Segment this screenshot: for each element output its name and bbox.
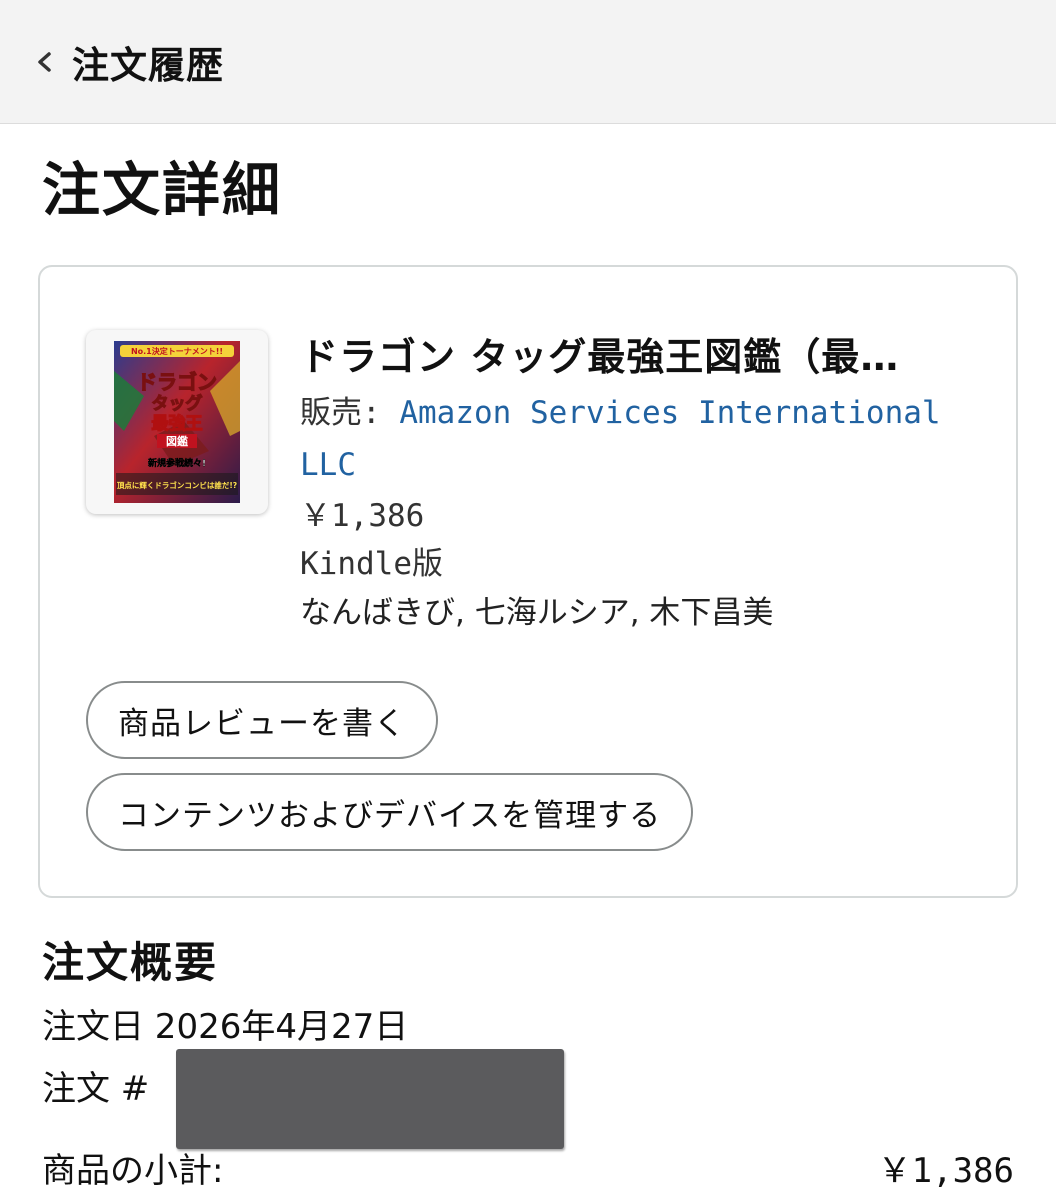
seller-label: 販売: [300, 395, 400, 431]
cover-title-line4: 図鑑 [166, 434, 188, 448]
product-title-link[interactable]: ドラゴン タッグ最強王図鑑（最… [300, 329, 940, 385]
item-format: Kindle版 [300, 546, 443, 582]
cover-bottom-line1: 新規参戦続々! [148, 457, 206, 469]
cover-top-text: No.1決定トーナメント!! [131, 346, 223, 356]
seller-line: 販売: Amazon Services International LLC [300, 387, 950, 491]
write-review-button[interactable]: 商品レビューを書く [86, 681, 438, 759]
cover-title-line2: タッグ [152, 393, 203, 414]
order-summary-heading: 注文概要 [42, 938, 219, 987]
cover-title-line3: 最強王 [152, 413, 203, 434]
cover-bottom-line2: 頂点に輝くドラゴンコンビは誰だ!? [117, 480, 237, 490]
subtotal-label: 商品の小計: [42, 1151, 224, 1191]
back-link-label: 注文履歴 [72, 44, 224, 87]
page-title: 注文詳細 [42, 156, 283, 224]
product-thumbnail[interactable]: No.1決定トーナメント!! ドラゴン タッグ 最強王 図鑑 新規参戦続々! 頂… [86, 330, 268, 514]
subtotal-value: ￥1,386 [877, 1151, 1014, 1191]
manage-content-devices-button[interactable]: コンテンツおよびデバイスを管理する [86, 773, 694, 851]
book-cover-image: No.1決定トーナメント!! ドラゴン タッグ 最強王 図鑑 新規参戦続々! 頂… [114, 341, 240, 503]
item-authors: なんばきび, 七海ルシア, 木下昌美 [300, 595, 774, 631]
back-to-order-history-link[interactable]: 注文履歴 [30, 34, 224, 90]
cover-title-line1: ドラゴン [137, 370, 217, 394]
order-item-card: No.1決定トーナメント!! ドラゴン タッグ 最強王 図鑑 新規参戦続々! 頂… [38, 265, 1018, 898]
item-price: ￥1,386 [300, 498, 425, 534]
chevron-left-icon [30, 48, 58, 76]
redaction-block [176, 1049, 564, 1149]
product-info: ドラゴン タッグ最強王図鑑（最… 販売: Amazon Services Int… [300, 329, 990, 639]
top-nav-bar: 注文履歴 [0, 0, 1056, 124]
order-date: 注文日 2026年4月27日 [42, 1007, 409, 1047]
order-number-label: 注文 # [42, 1069, 150, 1109]
